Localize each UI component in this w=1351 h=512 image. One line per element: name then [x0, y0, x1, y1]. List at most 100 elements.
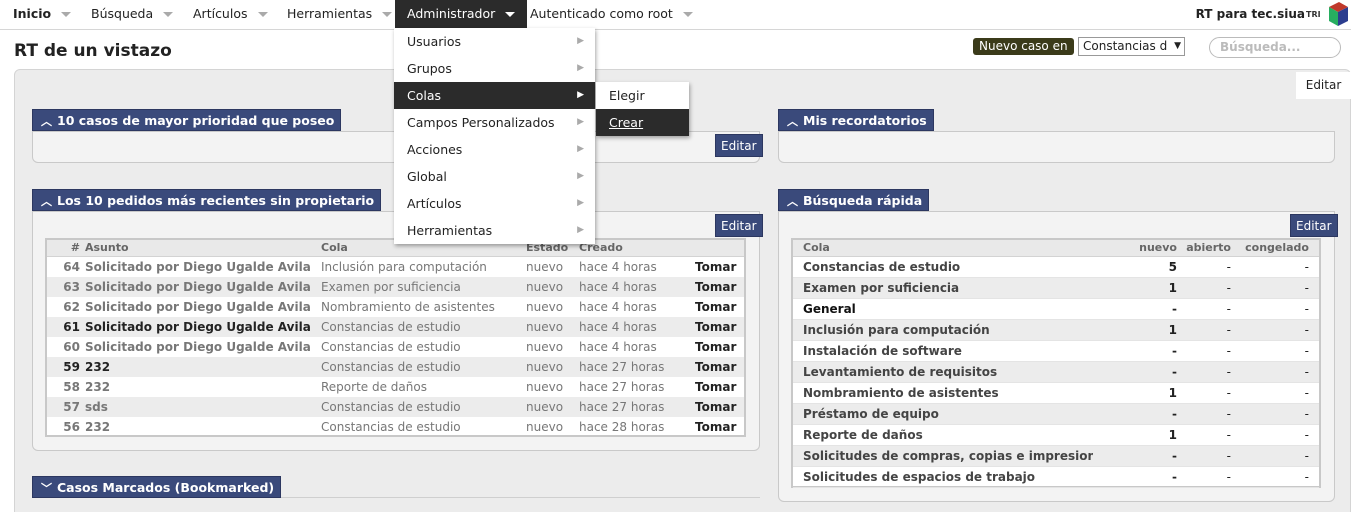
cell-queue[interactable]: Solicitudes de espacios de trabajo [803, 467, 1093, 488]
cell-new[interactable]: 1 [1093, 278, 1177, 299]
cell-open[interactable]: - [1177, 320, 1231, 341]
nav-herramientas[interactable]: Herramientas [287, 0, 393, 28]
cell-new[interactable]: - [1093, 404, 1177, 425]
cell-frozen[interactable]: - [1233, 278, 1309, 299]
cell-frozen[interactable]: - [1233, 404, 1309, 425]
quick-search-title[interactable]: ︿ Búsqueda rápida [778, 189, 930, 211]
take-link[interactable]: Tomar [695, 397, 739, 417]
list-item[interactable]: Levantamiento de requisitos - - - [793, 362, 1319, 383]
menu-item-acciones[interactable]: Acciones ▶ [394, 136, 595, 163]
cell-new[interactable]: 5 [1093, 257, 1177, 278]
cell-queue[interactable]: Constancias de estudio [803, 257, 1093, 278]
search-input[interactable]: Búsqueda... [1209, 37, 1341, 58]
menu-item-campos-personalizados[interactable]: Campos Personalizados ▶ [394, 109, 595, 136]
col-subject[interactable]: Asunto [85, 240, 285, 256]
take-link[interactable]: Tomar [695, 297, 739, 317]
menu-item-colas[interactable]: Colas ▶ [394, 82, 595, 109]
edit-dashboard-button[interactable]: Editar [1296, 72, 1351, 99]
cell-subject[interactable]: sds [85, 397, 315, 417]
table-row[interactable]: 60 Solicitado por Diego Ugalde Avila Const… [47, 337, 744, 357]
top-priority-edit-button[interactable]: Editar [715, 134, 763, 157]
cell-queue[interactable]: Solicitudes de compras, copias e impresi… [803, 446, 1093, 467]
cell-frozen[interactable]: - [1233, 446, 1309, 467]
cell-subject[interactable]: Solicitado por Diego Ugalde Avila [85, 317, 315, 337]
bookmarked-title[interactable]: ﹀ Casos Marcados (Bookmarked) [32, 476, 282, 498]
cell-queue[interactable]: Instalación de software [803, 341, 1093, 362]
cell-frozen[interactable]: - [1233, 425, 1309, 446]
take-link[interactable]: Tomar [695, 277, 739, 297]
nav-articulos[interactable]: Artículos [193, 0, 268, 28]
list-item[interactable]: Solicitudes de compras, copias e impresi… [793, 446, 1319, 467]
new-case-button[interactable]: Nuevo caso en [973, 38, 1074, 55]
cell-frozen[interactable]: - [1233, 362, 1309, 383]
table-row[interactable]: 59 232 Constancias de estudio nuevo hace 27 … [47, 357, 744, 377]
list-item[interactable]: Reporte de daños 1- - [793, 425, 1319, 446]
nav-busqueda[interactable]: Búsqueda [91, 0, 174, 28]
menu-item-usuarios[interactable]: Usuarios ▶ [394, 28, 595, 55]
col-queue[interactable]: Cola [803, 240, 953, 256]
list-item[interactable]: Examen por suficiencia 1- - [793, 278, 1319, 299]
cell-new[interactable]: - [1093, 362, 1177, 383]
table-row[interactable]: 58 232 Reporte de daños nuevo hace 27 horas T… [47, 377, 744, 397]
cell-open[interactable]: - [1177, 362, 1231, 383]
table-row[interactable]: 57 sds Constancias de estudio nuevo hace 27 … [47, 397, 744, 417]
quick-search-edit-button[interactable]: Editar [1290, 214, 1338, 237]
menu-item-grupos[interactable]: Grupos ▶ [394, 55, 595, 82]
cell-queue[interactable]: Reporte de daños [803, 425, 1093, 446]
take-link[interactable]: Tomar [695, 357, 739, 377]
cell-subject[interactable]: Solicitado por Diego Ugalde Avila [85, 277, 315, 297]
col-open[interactable]: abierto [1177, 240, 1231, 256]
cell-subject[interactable]: 232 [85, 417, 315, 437]
cell-frozen[interactable]: - [1233, 467, 1309, 488]
submenu-item-crear[interactable]: Crear [596, 109, 689, 136]
table-row[interactable]: 62 Solicitado por Diego Ugalde Avila Nombr… [47, 297, 744, 317]
cell-new[interactable]: - [1093, 299, 1177, 320]
cell-new[interactable]: 1 [1093, 425, 1177, 446]
cell-queue[interactable]: Examen por suficiencia [803, 278, 1093, 299]
cell-frozen[interactable]: - [1233, 383, 1309, 404]
cell-open[interactable]: - [1177, 404, 1231, 425]
submenu-item-elegir[interactable]: Elegir [596, 82, 689, 109]
cell-frozen[interactable]: - [1233, 320, 1309, 341]
menu-item-herramientas[interactable]: Herramientas ▶ [394, 217, 595, 244]
menu-item-articulos[interactable]: Artículos ▶ [394, 190, 595, 217]
cell-queue[interactable]: Inclusión para computación [803, 320, 1093, 341]
take-link[interactable]: Tomar [695, 417, 739, 437]
cell-open[interactable]: - [1177, 446, 1231, 467]
list-item[interactable]: Instalación de software - - - [793, 341, 1319, 362]
list-item[interactable]: Inclusión para computación 1- - [793, 320, 1319, 341]
list-item[interactable]: General - - - [793, 299, 1319, 320]
col-id[interactable]: # [49, 240, 80, 256]
table-row[interactable]: 64 Solicitado por Diego Ugalde Avila Inclu… [47, 257, 744, 277]
table-row[interactable]: 63 Solicitado por Diego Ugalde Avila Exame… [47, 277, 744, 297]
cell-open[interactable]: - [1177, 299, 1231, 320]
table-row[interactable]: 56 232 Constancias de estudio nuevo hace 28 … [47, 417, 744, 437]
list-item[interactable]: Nombramiento de asistentes 1- - [793, 383, 1319, 404]
cell-queue[interactable]: Nombramiento de asistentes [803, 383, 1093, 404]
cell-new[interactable]: - [1093, 467, 1177, 488]
nav-inicio[interactable]: Inicio [13, 0, 72, 28]
cell-open[interactable]: - [1177, 383, 1231, 404]
cell-frozen[interactable]: - [1233, 341, 1309, 362]
cell-queue[interactable]: Préstamo de equipo [803, 404, 1093, 425]
reminders-title[interactable]: ︿ Mis recordatorios [778, 109, 934, 131]
table-row[interactable]: 61 Solicitado por Diego Ugalde Avila Const… [47, 317, 744, 337]
cell-new[interactable]: 1 [1093, 320, 1177, 341]
menu-item-global[interactable]: Global ▶ [394, 163, 595, 190]
cell-frozen[interactable]: - [1233, 299, 1309, 320]
take-link[interactable]: Tomar [695, 317, 739, 337]
cell-subject[interactable]: 232 [85, 357, 315, 377]
col-new[interactable]: nuevo [1093, 240, 1177, 256]
nav-administrador[interactable]: Administrador [395, 0, 528, 28]
cell-queue[interactable]: Levantamiento de requisitos [803, 362, 1093, 383]
list-item[interactable]: Préstamo de equipo - - - [793, 404, 1319, 425]
recent-unowned-edit-button[interactable]: Editar [715, 214, 763, 237]
list-item[interactable]: Solicitudes de espacios de trabajo - - - [793, 467, 1319, 488]
cell-new[interactable]: 1 [1093, 383, 1177, 404]
cell-subject[interactable]: Solicitado por Diego Ugalde Avila [85, 297, 315, 317]
cell-subject[interactable]: Solicitado por Diego Ugalde Avila [85, 257, 315, 277]
cell-open[interactable]: - [1177, 467, 1231, 488]
queue-select[interactable]: Constancias d ▼ [1078, 37, 1185, 56]
nav-user[interactable]: Autenticado como root [530, 0, 693, 28]
cell-new[interactable]: - [1093, 446, 1177, 467]
